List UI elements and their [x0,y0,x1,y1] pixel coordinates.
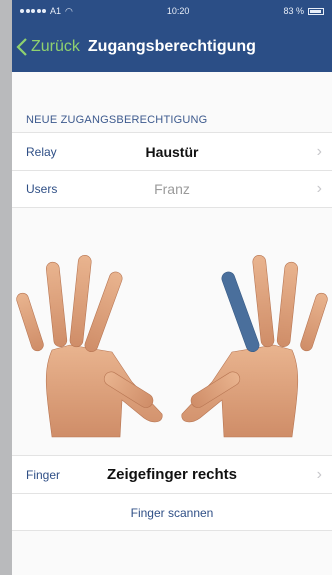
content-area: NEUE ZUGANGSBERECHTIGUNG Relay Haustür ›… [12,72,332,575]
section-header: NEUE ZUGANGSBERECHTIGUNG [26,114,208,126]
back-label: Zurück [31,38,80,55]
users-value: Franz [154,181,190,197]
finger-row[interactable]: Finger Zeigefinger rechts › [12,455,332,493]
status-bar: A1 ◠ 10:20 83 % [12,0,332,22]
scan-finger-button[interactable]: Finger scannen [12,493,332,531]
right-ring[interactable] [276,261,299,348]
relay-row[interactable]: Relay Haustür › [12,132,332,170]
left-hand[interactable] [15,254,163,438]
hands-illustration[interactable] [12,222,332,447]
chevron-right-icon: › [316,465,322,483]
navigation-bar: Zurück Zugangsberechtigung [12,22,332,72]
back-button[interactable]: Zurück [16,38,80,56]
left-ring[interactable] [45,261,68,348]
wifi-icon: ◠ [65,5,73,16]
relay-value: Haustür [145,143,199,160]
right-hand[interactable] [181,254,329,438]
chevron-right-icon: › [316,142,322,160]
signal-icon [20,9,46,13]
users-row[interactable]: Users Franz › [12,170,332,208]
battery-percent: 83 % [283,6,304,16]
right-pinky[interactable] [299,292,329,353]
page-title: Zugangsberechtigung [87,38,256,55]
carrier-name: A1 [50,6,62,16]
chevron-left-icon [16,38,27,56]
battery-icon [307,7,324,15]
phone-screen: A1 ◠ 10:20 83 % Zurück Zugangsberechtigu… [12,0,332,575]
chevron-right-icon: › [316,180,322,197]
finger-value: Zeigefinger rechts [106,466,238,483]
left-pinky[interactable] [15,292,45,353]
clock: 10:20 [166,6,190,16]
